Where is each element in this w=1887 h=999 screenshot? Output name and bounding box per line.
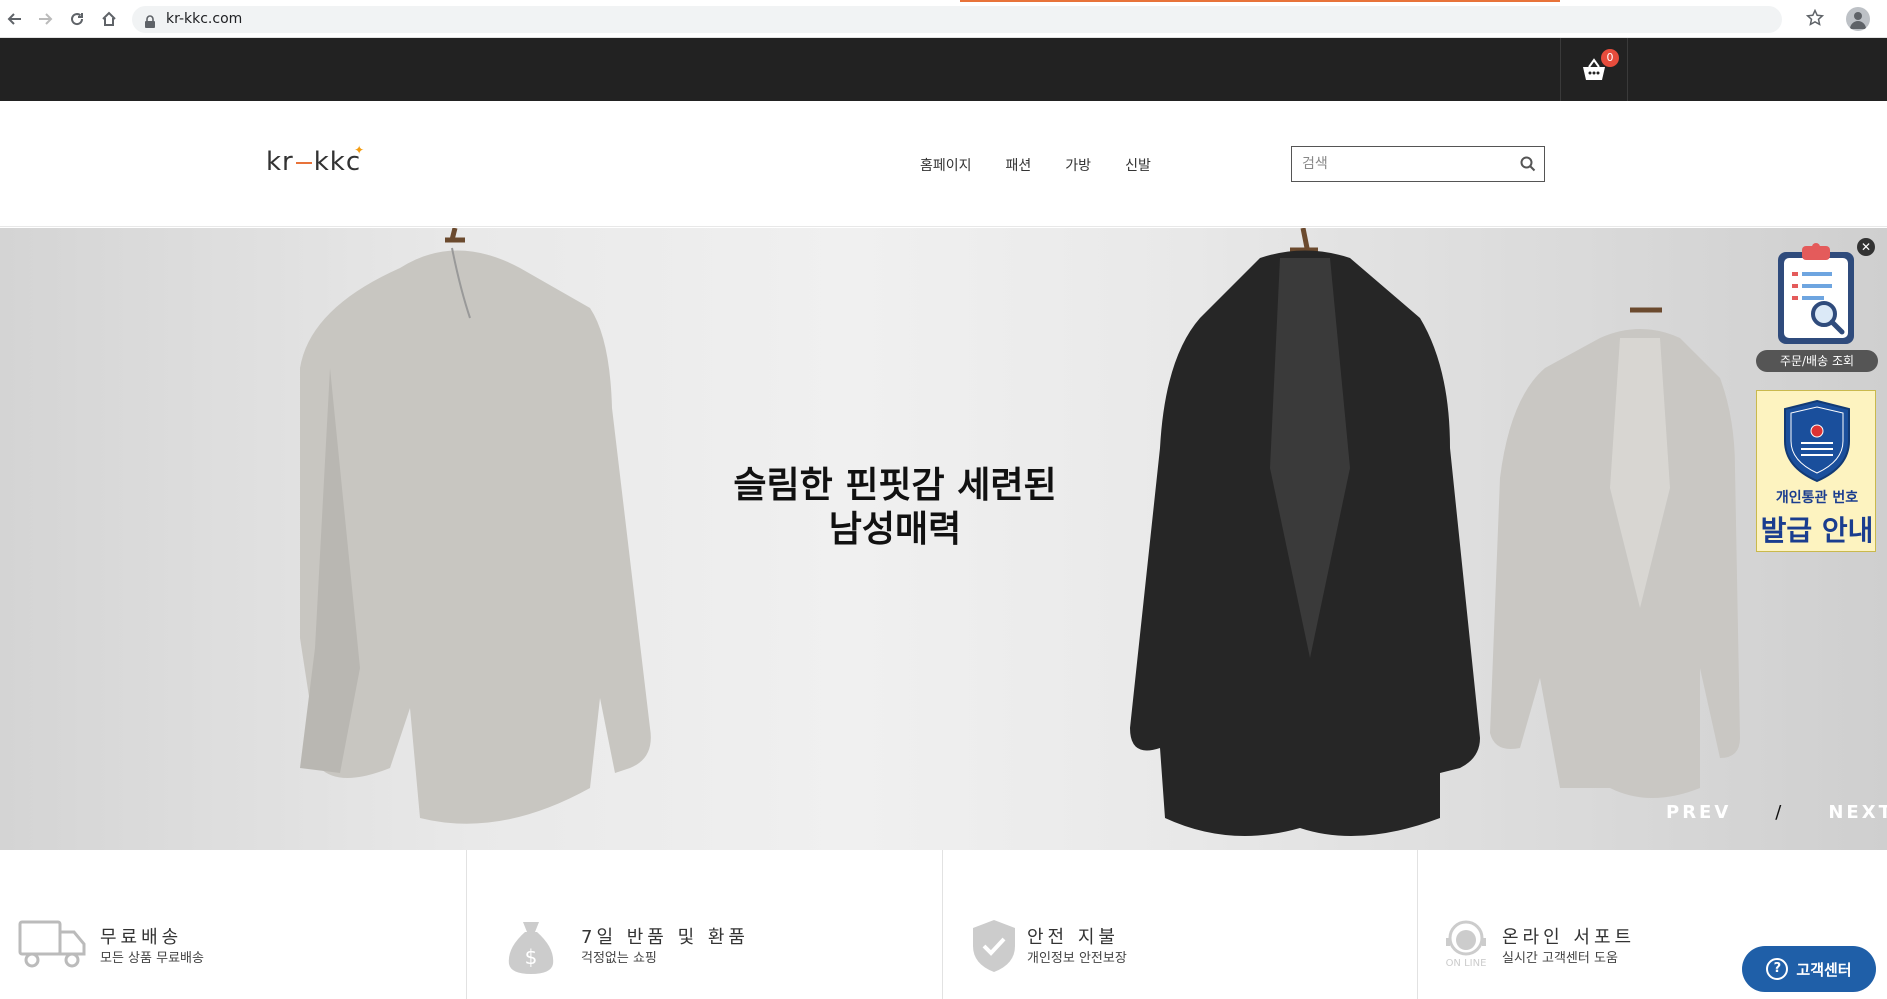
question-icon: ? (1766, 958, 1789, 980)
page-load-progress (960, 0, 1560, 2)
hero-headline-line2: 남성매력 (828, 509, 962, 550)
slider-separator: / (1775, 802, 1785, 823)
online-icon-text: ON LINE (1445, 958, 1487, 969)
order-tracking-label: 주문/배송 조회 (1756, 350, 1878, 372)
feature-subtitle: 실시간 고객센터 도움 (1502, 951, 1618, 966)
customs-info-banner[interactable]: 개인통관 번호 발급 안내 (1756, 390, 1876, 552)
site-logo[interactable]: kr kkc ✦ (266, 143, 364, 177)
home-icon[interactable] (98, 8, 120, 30)
search-box (1291, 146, 1545, 182)
hero-headline: 슬림한 핀핏감 세련된 남성매력 (700, 464, 1090, 552)
url-text: kr-kkc.com (166, 11, 243, 27)
feature-title: 안전 지불 (1027, 927, 1119, 948)
site-header: kr kkc ✦ 홈페이지 패션 가방 신발 (0, 101, 1887, 227)
feature-subtitle: 모든 상품 무료배송 (100, 951, 204, 966)
logo-spark-icon: ✦ (354, 143, 366, 157)
forward-icon[interactable] (34, 8, 56, 30)
help-center-button[interactable]: ? 고객센터 (1742, 946, 1876, 992)
truck-icon (18, 918, 88, 974)
prev-button[interactable]: PREV (1666, 802, 1731, 823)
cart-count-badge: 0 (1601, 49, 1619, 67)
features-strip: 무료배송 모든 상품 무료배송 $ 7일 반품 및 환품 걱정없는 쇼핑 안전 … (0, 850, 1887, 999)
customs-line2: 발급 안내 (1760, 514, 1874, 547)
hero-headline-line1: 슬림한 핀핏감 세련된 (733, 465, 1057, 506)
feature-title: 온라인 서포트 (1502, 927, 1636, 948)
nav-item-home[interactable]: 홈페이지 (920, 155, 972, 175)
korea-customs-seal-icon (1784, 399, 1850, 483)
profile-avatar-icon[interactable] (1846, 7, 1870, 31)
feature-title: 7일 반품 및 환품 (581, 927, 749, 948)
reload-icon[interactable] (66, 8, 88, 30)
customs-line1: 개인통관 번호 (1775, 490, 1859, 506)
feature-subtitle: 걱정없는 쇼핑 (581, 951, 657, 966)
lock-icon (144, 13, 156, 32)
feature-free-shipping: 무료배송 모든 상품 무료배송 (0, 850, 467, 999)
logo-dash (295, 161, 312, 164)
search-icon[interactable] (1520, 156, 1536, 176)
nav-item-shoes[interactable]: 신발 (1125, 155, 1151, 175)
online-support-icon: ON LINE (1444, 918, 1488, 980)
order-tracking-widget[interactable]: 주문/배송 조회 (1756, 242, 1878, 372)
address-bar[interactable]: kr-kkc.com (132, 6, 1782, 33)
shield-check-icon (971, 918, 1017, 978)
hero-banner: 슬림한 핀핏감 세련된 남성매력 PREV / NEXT (0, 228, 1887, 850)
back-icon[interactable] (4, 8, 26, 30)
feature-returns: $ 7일 반품 및 환품 걱정없는 쇼핑 (467, 850, 943, 999)
svg-text:$: $ (525, 945, 538, 969)
money-bag-icon: $ (505, 918, 557, 980)
main-nav: 홈페이지 패션 가방 신발 (920, 155, 1151, 175)
feature-secure-payment: 안전 지불 개인정보 안전보장 (943, 850, 1418, 999)
nav-item-bags[interactable]: 가방 (1065, 155, 1091, 175)
logo-text-left: kr (266, 147, 294, 177)
slider-controls: PREV / NEXT (1666, 802, 1887, 823)
browser-toolbar: kr-kkc.com (0, 0, 1887, 38)
help-center-label: 고객센터 (1796, 960, 1852, 979)
search-input[interactable] (1292, 147, 1502, 181)
top-bar: 0 (0, 38, 1887, 101)
next-button[interactable]: NEXT (1828, 802, 1887, 823)
clipboard-search-icon (1778, 243, 1854, 344)
feature-title: 무료배송 (100, 927, 183, 948)
cart-button[interactable]: 0 (1560, 38, 1628, 101)
bookmark-star-icon[interactable] (1805, 8, 1825, 31)
feature-subtitle: 개인정보 안전보장 (1027, 951, 1127, 966)
nav-item-fashion[interactable]: 패션 (1006, 155, 1032, 175)
